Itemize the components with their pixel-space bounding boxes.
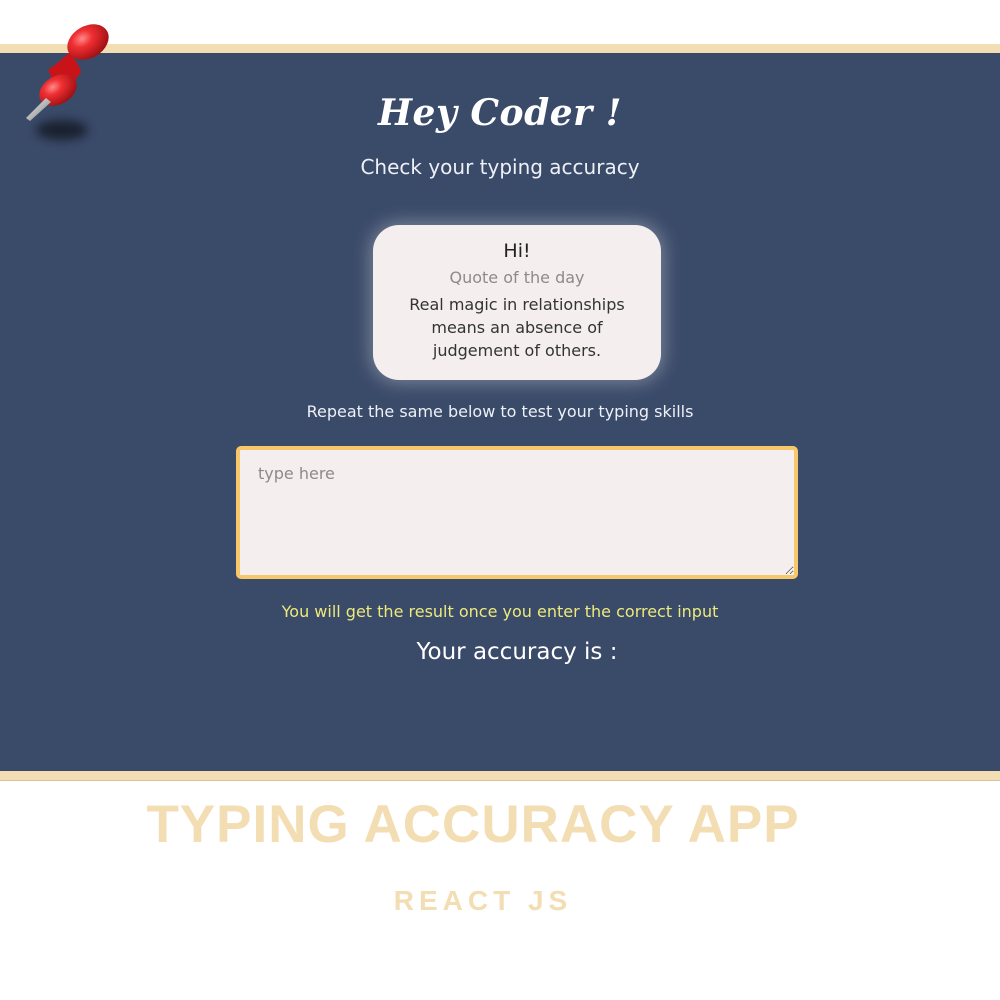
- promo-title: TYPING ACCURACY APP: [146, 795, 800, 854]
- accuracy-result-label: Your accuracy is :: [416, 639, 618, 665]
- quote-greeting: Hi!: [503, 240, 531, 262]
- quote-of-the-day-label: Quote of the day: [449, 268, 585, 287]
- result-hint: You will get the result once you enter t…: [281, 602, 719, 621]
- pushpin-icon: [20, 18, 135, 158]
- quote-card: Hi! Quote of the day Real magic in relat…: [373, 225, 661, 380]
- app-title: Hey Coder !: [378, 92, 622, 134]
- app-subtitle: Check your typing accuracy: [360, 155, 640, 179]
- app-window: Hey Coder ! Check your typing accuracy H…: [0, 44, 1000, 780]
- typing-input[interactable]: [236, 446, 798, 579]
- promo-subtitle: REACT JS: [393, 885, 573, 916]
- repeat-instruction: Repeat the same below to test your typin…: [306, 402, 694, 421]
- quote-text: Real magic in relationships means an abs…: [409, 295, 625, 360]
